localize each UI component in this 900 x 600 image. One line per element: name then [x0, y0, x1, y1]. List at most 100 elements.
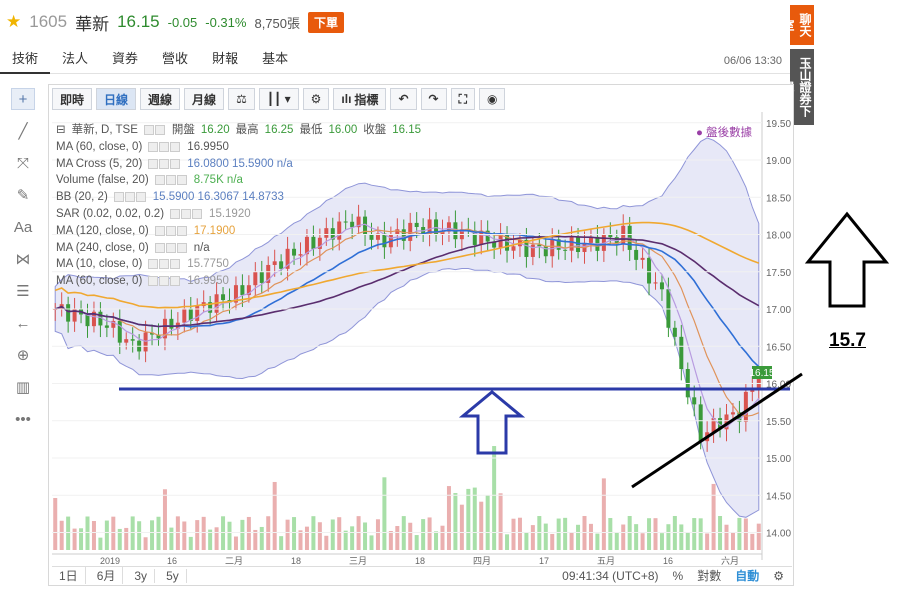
candle-body	[130, 339, 135, 341]
auto-toggle[interactable]: 自動	[735, 567, 759, 584]
legend-line: Volume (false, 20) 8.75K n/a	[56, 172, 421, 189]
volume-bar	[259, 526, 264, 550]
volume-bar	[66, 516, 71, 550]
time-tick-label: 18	[415, 556, 425, 566]
volume-bar	[111, 516, 116, 550]
volume-bar	[330, 519, 335, 550]
settings-gear-icon[interactable]: ⚙	[773, 569, 784, 583]
legend-line-controls[interactable]	[148, 139, 181, 156]
price-tick-label: 17.50	[766, 268, 791, 279]
candle-body	[169, 318, 174, 329]
volume-bar	[356, 516, 361, 550]
volume-bar	[98, 537, 103, 550]
volume-bar	[175, 516, 180, 550]
candle-body	[563, 249, 568, 251]
volume-bar	[156, 516, 161, 550]
volume-bar	[743, 518, 748, 550]
time-tick-label: 2019	[100, 556, 120, 566]
legend-toggle-icon[interactable]	[143, 122, 166, 139]
candle-body	[659, 282, 664, 290]
annotation-price: 15.7	[829, 330, 866, 351]
log-toggle[interactable]: 對數	[697, 567, 721, 584]
time-tick-label: 五月	[597, 556, 615, 566]
legend-line: SAR (0.02, 0.02, 0.2) 15.1920	[56, 206, 421, 223]
legend-line-controls[interactable]	[148, 273, 181, 290]
candle-body	[104, 325, 109, 328]
volume-bar	[647, 518, 652, 550]
volume-bar	[505, 534, 510, 550]
volume-bar	[621, 524, 626, 550]
legend-title-row: ⊟ 華新, D, TSE 開盤 16.20 最高 16.25 最低 16.00 …	[56, 122, 421, 139]
volume-bar	[459, 504, 464, 550]
range-1d[interactable]: 1日	[52, 567, 86, 584]
price-tick-label: 18.50	[766, 193, 791, 204]
range-3y[interactable]: 3y	[127, 568, 156, 583]
volume-bar	[72, 528, 77, 550]
volume-bar	[666, 524, 671, 550]
legend-line-controls[interactable]	[154, 223, 188, 240]
volume-bar	[292, 517, 297, 550]
candle-body	[692, 397, 697, 405]
low-value: 16.00	[328, 124, 358, 136]
legend-line: MA Cross (5, 20) 16.0800 15.5900 n/a	[56, 156, 421, 173]
volume-bar	[614, 532, 619, 550]
legend-line-controls[interactable]	[170, 206, 203, 223]
legend-line-controls[interactable]	[148, 156, 181, 173]
legend-line-value: 15.7750	[187, 258, 229, 271]
candle-body	[569, 236, 574, 251]
volume-bar	[537, 516, 542, 550]
volume-bar	[421, 519, 426, 550]
price-tick-label: 16.50	[766, 342, 791, 353]
volume-bar	[466, 488, 471, 550]
time-tick-label: 16	[167, 556, 177, 566]
legend-line-label: BB (20, 2)	[56, 191, 108, 204]
time-tick-label: 17	[539, 556, 549, 566]
legend-line-label: MA (240, close, 0)	[56, 241, 149, 254]
volume-bar	[53, 498, 58, 550]
volume-bar	[162, 489, 167, 550]
low-label: 最低	[299, 124, 323, 136]
volume-bar	[705, 533, 710, 550]
volume-bar	[653, 518, 658, 550]
legend-line-controls[interactable]	[113, 189, 147, 206]
volume-bar	[130, 516, 135, 550]
volume-bar	[659, 533, 664, 550]
volume-bars	[53, 446, 761, 550]
volume-bar	[388, 530, 393, 550]
legend-line-label: MA (60, close, 0)	[56, 275, 143, 288]
legend-line-controls[interactable]	[148, 256, 181, 273]
volume-bar	[576, 524, 581, 550]
after-hours-link[interactable]: ● 盤後數據	[696, 124, 752, 140]
volume-bar	[85, 516, 90, 550]
volume-bar	[337, 517, 342, 550]
legend-line-label: SAR (0.02, 0.02, 0.2)	[56, 207, 165, 220]
legend-line: MA (10, close, 0) 15.7750	[56, 256, 421, 273]
volume-bar	[498, 493, 503, 550]
candle-body	[530, 244, 535, 257]
candle-body	[679, 336, 684, 370]
volume-bar	[672, 516, 677, 550]
legend-collapse-icon[interactable]: ⊟	[56, 122, 66, 139]
range-6m[interactable]: 6月	[90, 567, 124, 584]
percent-toggle[interactable]: %	[673, 569, 684, 583]
volume-bar	[517, 517, 522, 550]
legend-line-controls[interactable]	[154, 240, 188, 257]
volume-bar	[453, 493, 458, 550]
up-arrow-black	[804, 211, 890, 308]
range-5y[interactable]: 5y	[159, 568, 187, 583]
volume-bar	[756, 523, 761, 550]
price-chart[interactable]: 19.50 19.00 18.50 18.00 17.50 17.00 16.50 16.00…	[0, 0, 900, 600]
volume-bar	[718, 516, 723, 550]
volume-bar	[59, 520, 64, 550]
volume-bar	[298, 530, 303, 550]
volume-bar	[479, 501, 484, 550]
volume-bar	[698, 518, 703, 550]
volume-bar	[272, 481, 277, 550]
volume-bar	[233, 536, 238, 550]
volume-bar	[240, 519, 245, 550]
close-label: 收盤	[363, 124, 387, 136]
volume-bar	[401, 516, 406, 550]
legend-line-controls[interactable]	[154, 172, 188, 189]
volume-bar	[634, 524, 639, 550]
volume-bar	[511, 518, 516, 550]
